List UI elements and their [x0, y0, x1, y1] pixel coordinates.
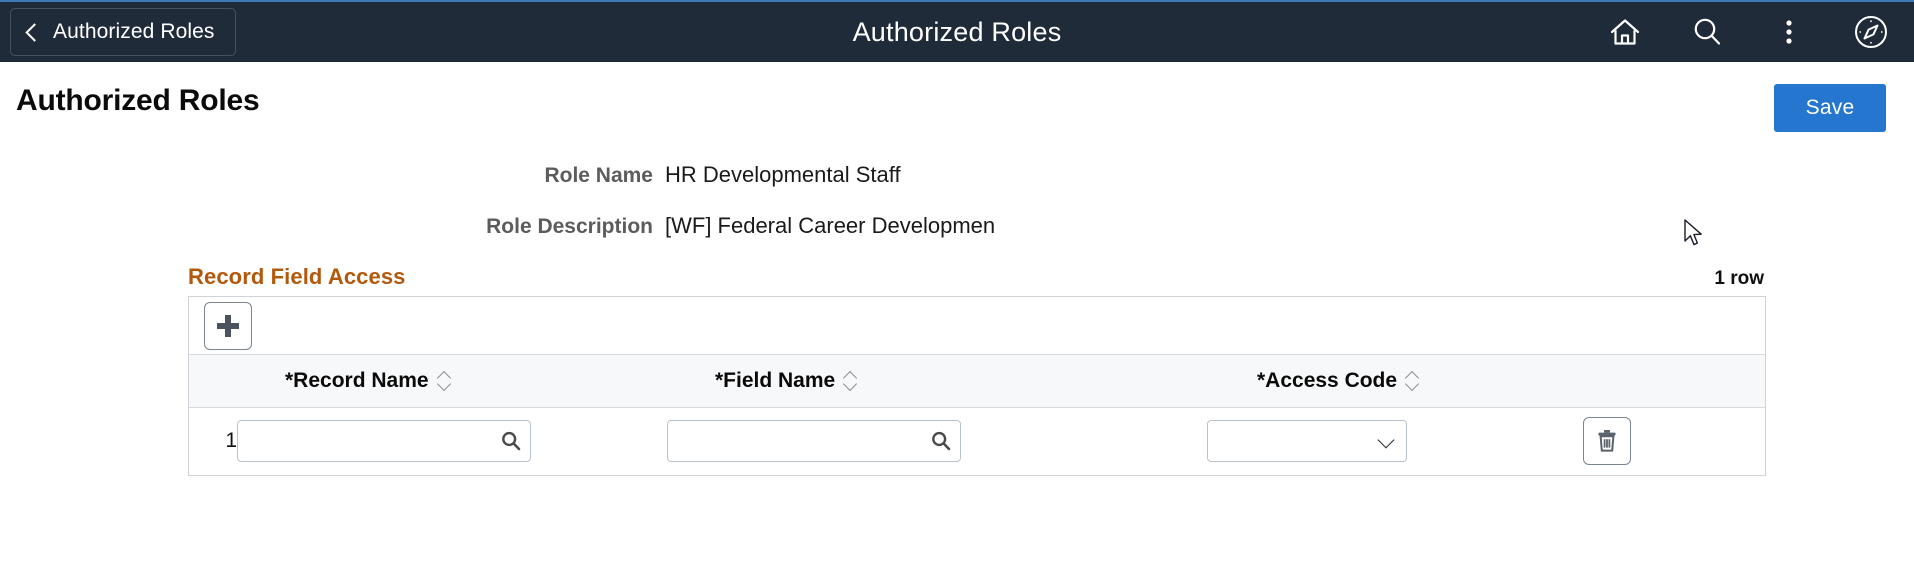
column-header-access-code-label: *Access Code: [1257, 369, 1397, 393]
chevron-left-icon: [25, 23, 43, 41]
search-icon[interactable]: [1688, 13, 1726, 51]
role-name-label: Role Name: [0, 164, 665, 188]
page-title: Authorized Roles: [16, 84, 259, 118]
row-number: 1: [189, 407, 237, 475]
role-description-label: Role Description: [0, 215, 665, 239]
sort-toggle-icon[interactable]: [1406, 372, 1420, 390]
role-name-value: HR Developmental Staff: [665, 162, 901, 188]
sort-toggle-icon[interactable]: [844, 372, 858, 390]
access-code-dropdown: [1207, 420, 1407, 462]
add-row-button[interactable]: [204, 302, 252, 350]
grid-table: *Record Name *Field Name *Access Code: [189, 355, 1765, 475]
role-info-section: Role Name HR Developmental Staff Role De…: [0, 140, 1914, 239]
record-field-access-grid: *Record Name *Field Name *Access Code: [188, 296, 1766, 476]
grid-caption-row: Record Field Access 1 row: [188, 264, 1766, 296]
row-actions-header: [1577, 355, 1765, 407]
delete-row-button[interactable]: [1583, 417, 1631, 465]
field-name-cell: [667, 407, 1207, 475]
record-name-input[interactable]: [237, 420, 531, 462]
role-name-row: Role Name HR Developmental Staff: [0, 162, 1914, 188]
row-actions-cell: [1577, 407, 1765, 475]
grid-caption: Record Field Access: [188, 264, 406, 290]
back-button-label: Authorized Roles: [53, 20, 215, 44]
record-field-access-section: Record Field Access 1 row *Record Name: [188, 264, 1766, 476]
grid-table-head: *Record Name *Field Name *Access Code: [189, 355, 1765, 407]
top-navigation-bar: Authorized Roles Authorized Roles: [0, 0, 1914, 62]
lookup-search-icon[interactable]: [499, 429, 523, 453]
row-count-label: 1 row: [1714, 268, 1766, 290]
column-header-record-name-label: *Record Name: [285, 369, 429, 393]
access-code-select[interactable]: [1207, 420, 1407, 462]
access-code-cell: [1207, 407, 1577, 475]
record-name-cell: [237, 407, 667, 475]
grid-toolbar: [189, 297, 1765, 355]
back-button[interactable]: Authorized Roles: [10, 8, 236, 56]
column-header-access-code[interactable]: *Access Code: [1207, 355, 1577, 407]
column-header-field-name[interactable]: *Field Name: [667, 355, 1207, 407]
role-description-row: Role Description [WF] Federal Career Dev…: [0, 213, 1914, 239]
lookup-search-icon[interactable]: [929, 429, 953, 453]
plus-icon: [217, 315, 239, 337]
home-icon[interactable]: [1606, 13, 1644, 51]
grid-header-row: *Record Name *Field Name *Access Code: [189, 355, 1765, 407]
grid-table-body: 1: [189, 407, 1765, 475]
table-row: 1: [189, 407, 1765, 475]
sort-toggle-icon[interactable]: [438, 372, 452, 390]
navbar-icon-group: [1606, 2, 1890, 62]
column-header-record-name[interactable]: *Record Name: [237, 355, 667, 407]
role-description-value: [WF] Federal Career Developmen: [665, 213, 995, 239]
record-name-lookup: [237, 420, 531, 462]
column-header-field-name-label: *Field Name: [715, 369, 835, 393]
field-name-lookup: [667, 420, 961, 462]
page-subheader: Authorized Roles Save: [0, 62, 1914, 140]
actions-menu-icon[interactable]: [1770, 13, 1808, 51]
field-name-input[interactable]: [667, 420, 961, 462]
navbar-compass-icon[interactable]: [1852, 13, 1890, 51]
row-number-header: [189, 355, 237, 407]
save-button[interactable]: Save: [1774, 84, 1886, 132]
trash-icon: [1595, 428, 1619, 454]
